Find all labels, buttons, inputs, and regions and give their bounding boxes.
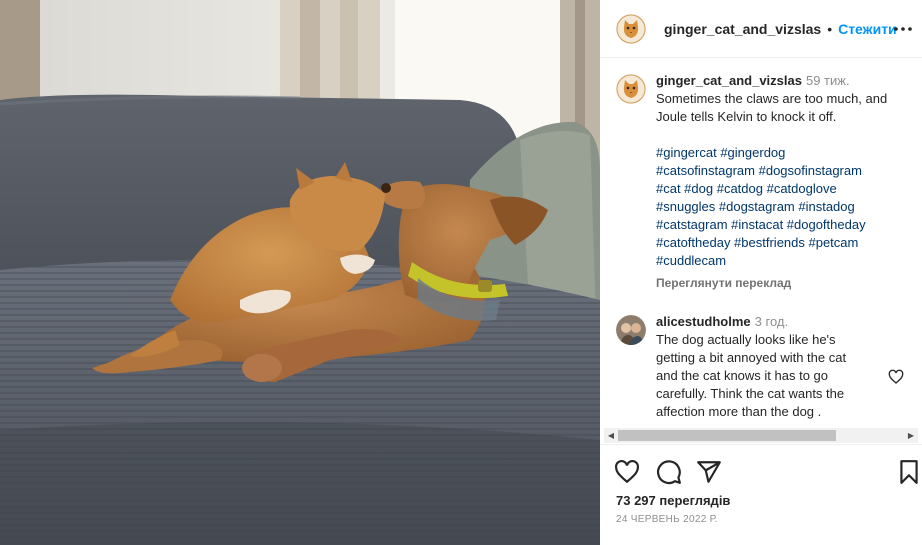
post-media[interactable] (0, 0, 600, 545)
comment-icon[interactable] (656, 459, 682, 485)
author-avatar[interactable] (616, 13, 646, 44)
follow-button[interactable]: Стежити (838, 21, 897, 37)
post-header: ginger_cat_and_vizslas • Стежити (600, 0, 922, 58)
hashtag-line[interactable]: #catstagram #instacat #dogoftheday (656, 216, 910, 234)
caption-time: 59 тиж. (805, 73, 850, 88)
hashtag-line[interactable]: #cuddlecam (656, 252, 910, 270)
separator-dot: • (827, 20, 833, 37)
scroll-right-arrow-icon[interactable]: ▶ (904, 428, 918, 443)
caption-username[interactable]: ginger_cat_and_vizslas (656, 73, 802, 88)
commenter-avatar[interactable] (616, 315, 646, 345)
caption-text-line: Sometimes the claws are too much, and (656, 91, 888, 106)
caption-body: ginger_cat_and_vizslas 59 тиж. Sometimes … (656, 72, 910, 292)
cat-and-dog-photo (0, 0, 600, 545)
save-bookmark-icon[interactable] (896, 459, 922, 485)
post-date: 24 ЧЕРВЕНЬ 2022 Р. (616, 514, 718, 525)
post-side-panel: ginger_cat_and_vizslas • Стежити ginger_… (600, 0, 922, 545)
view-count[interactable]: 73 297 переглядів (616, 493, 730, 508)
caption-avatar[interactable] (616, 74, 646, 104)
comment-entry: alicestudholme 3 год. The dog actually lo… (616, 313, 910, 421)
hashtag-line[interactable]: #catoftheday #bestfriends #petcam (656, 234, 910, 252)
comment-text-line: The dog actually looks like he's (656, 332, 836, 347)
person-avatar-icon (616, 315, 646, 345)
comment-username[interactable]: alicestudholme (656, 314, 751, 329)
comment-text-line: carefully. Think the cat wants the (656, 386, 845, 401)
caption-entry: ginger_cat_and_vizslas 59 тиж. Sometimes … (616, 72, 910, 292)
action-bar: 73 297 переглядів 24 ЧЕРВЕНЬ 2022 Р. (600, 444, 922, 545)
caption-text-line: Joule tells Kelvin to knock it off. (656, 109, 837, 124)
more-options-icon[interactable] (894, 20, 912, 38)
hashtag-line[interactable]: #catsofinstagram #dogsofinstagram (656, 162, 910, 180)
cat-avatar-icon (616, 13, 646, 44)
comment-time: 3 год. (754, 314, 789, 329)
comments-list[interactable]: ginger_cat_and_vizslas 59 тиж. Sometimes … (600, 59, 922, 429)
scroll-left-arrow-icon[interactable]: ◀ (604, 428, 618, 443)
author-username[interactable]: ginger_cat_and_vizslas (664, 21, 821, 37)
scrollbar-thumb[interactable] (618, 430, 836, 441)
comment-body: alicestudholme 3 год. The dog actually lo… (656, 313, 910, 421)
see-translation-link[interactable]: Переглянути переклад (656, 274, 910, 292)
cat-avatar-icon (616, 74, 646, 104)
comment-text-line: affection more than the dog . (656, 404, 822, 419)
comment-like-heart-icon[interactable] (888, 369, 904, 385)
hashtag-line[interactable]: #cat #dog #catdog #catdoglove (656, 180, 910, 198)
horizontal-scrollbar[interactable]: ◀ ▶ (604, 428, 918, 443)
share-paper-plane-icon[interactable] (696, 459, 722, 485)
like-heart-icon[interactable] (614, 459, 640, 485)
comment-text-line: and the cat knows it has to go (656, 368, 828, 383)
comment-text-line: getting a bit annoyed with the cat (656, 350, 847, 365)
hashtag-line[interactable]: #gingercat #gingerdog (656, 144, 910, 162)
hashtag-line[interactable]: #snuggles #dogstagram #instadog (656, 198, 910, 216)
